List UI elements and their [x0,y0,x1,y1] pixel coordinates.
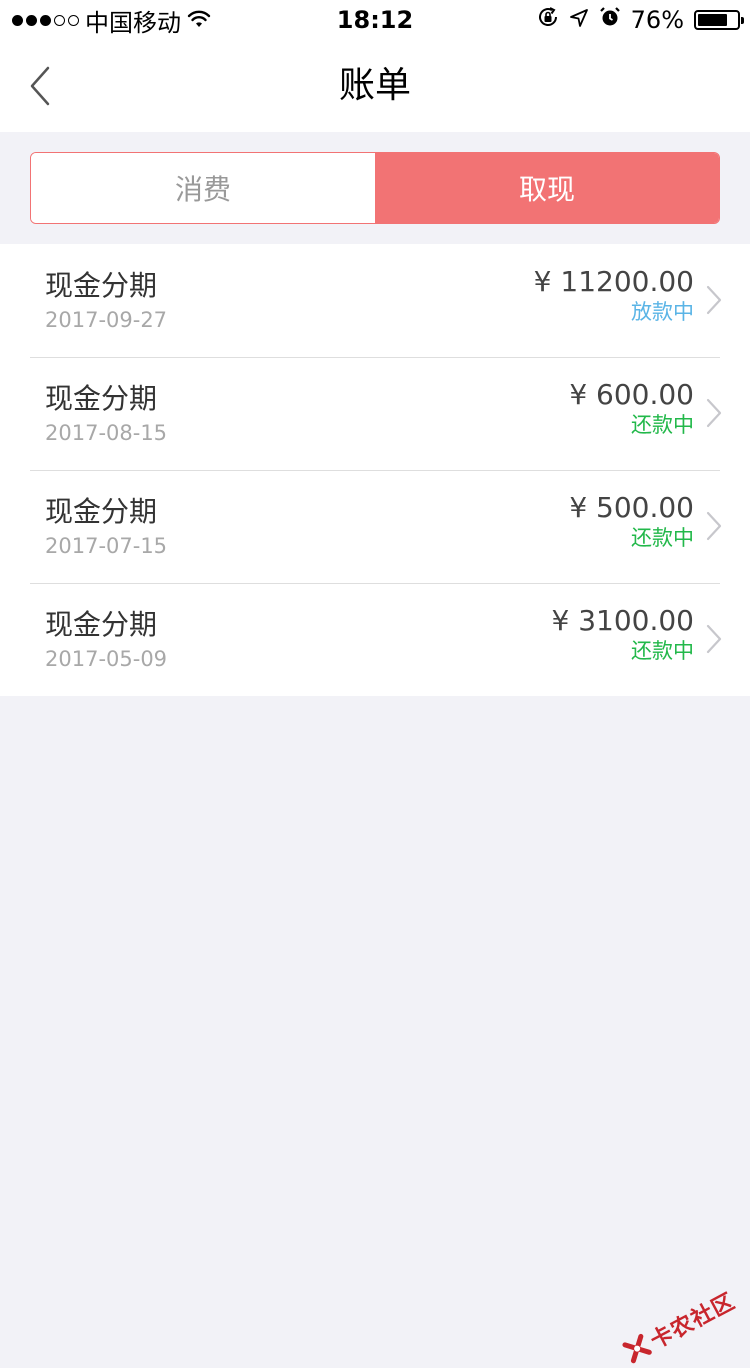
bill-row[interactable]: 现金分期 2017-09-27 ¥ 11200.00 放款中 [0,244,750,357]
bill-amount: ¥ 500.00 [569,491,694,524]
battery-fill [698,14,727,26]
status-bar: 中国移动 18:12 76% [0,0,750,40]
page-title: 账单 [338,65,411,106]
location-arrow-icon [569,6,589,34]
bill-status: 还款中 [631,413,694,437]
bill-title: 现金分期 [45,269,158,302]
bill-status: 还款中 [631,526,694,550]
bill-row[interactable]: 现金分期 2017-08-15 ¥ 600.00 还款中 [0,357,750,470]
bill-date: 2017-05-09 [45,647,168,671]
chevron-right-icon [706,511,722,541]
bill-status: 还款中 [631,639,694,663]
chevron-right-icon [706,624,722,654]
chevron-right-icon [706,398,722,428]
bill-row[interactable]: 现金分期 2017-05-09 ¥ 3100.00 还款中 [0,583,750,696]
bill-date: 2017-09-27 [45,308,168,332]
watermark-text: 卡农社区 [646,1289,740,1355]
battery-percent: 76% [630,6,684,34]
chevron-right-icon [706,285,722,315]
bill-date: 2017-08-15 [45,421,168,445]
watermark: 卡农社区 [619,1284,740,1368]
rotation-lock-icon [537,6,559,34]
bill-title: 现金分期 [45,382,158,415]
bill-row[interactable]: 现金分期 2017-07-15 ¥ 500.00 还款中 [0,470,750,583]
bill-amount: ¥ 600.00 [569,378,694,411]
nav-bar: 账单 [0,40,750,132]
bill-amount: ¥ 3100.00 [551,604,694,637]
status-right: 76% [537,4,744,36]
bill-title: 现金分期 [45,608,158,641]
bill-status: 放款中 [631,300,694,324]
tab-cash-withdrawal[interactable]: 取现 [375,153,719,223]
bill-date: 2017-07-15 [45,534,168,558]
tab-consumption[interactable]: 消费 [31,153,375,223]
bill-amount: ¥ 11200.00 [533,265,694,298]
bill-list: 现金分期 2017-09-27 ¥ 11200.00 放款中 现金分期 2017… [0,244,750,696]
bill-type-segmented-control: 消费 取现 [30,152,720,224]
bill-title: 现金分期 [45,495,158,528]
battery-icon [694,10,744,30]
alarm-icon [599,6,621,34]
